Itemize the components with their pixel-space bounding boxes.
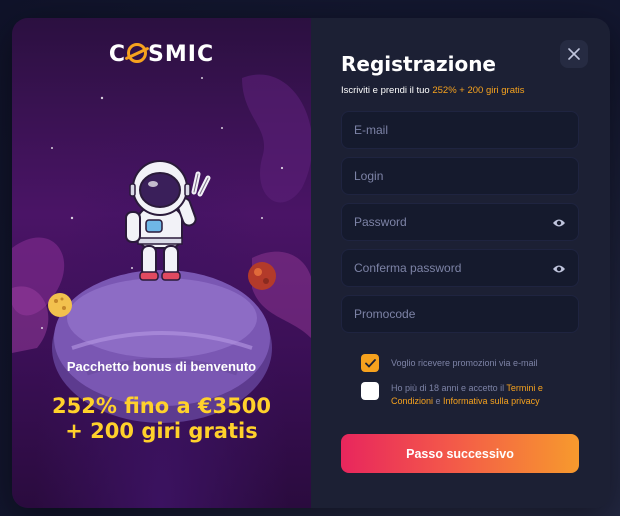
subline-bonus-highlight: 252% + 200 giri gratis <box>432 85 525 96</box>
promo-subtitle: Pacchetto bonus di benvenuto <box>66 359 257 374</box>
confirm-password-field[interactable] <box>342 250 578 286</box>
promo-panel: C SMIC Pacchetto bonus di benvenuto 252% … <box>12 18 311 508</box>
registration-modal: C SMIC Pacchetto bonus di benvenuto 252% … <box>12 18 610 508</box>
form-title: Registrazione <box>341 52 496 76</box>
password-field[interactable] <box>342 204 578 240</box>
age-terms-text: Ho più di 18 anni e accetto il Termini e… <box>391 382 581 408</box>
email-field[interactable] <box>342 112 578 148</box>
age-terms-prefix: Ho più di 18 anni e accetto il <box>391 383 507 393</box>
next-step-button[interactable]: Passo successivo <box>341 434 579 473</box>
form-subline: Iscriviti e prendi il tuo 252% + 200 gir… <box>341 85 525 96</box>
login-field-wrapper <box>341 157 579 195</box>
privacy-link[interactable]: Informativa sulla privacy <box>443 396 540 406</box>
show-password-eye-icon[interactable] <box>552 217 566 229</box>
promo-email-checkbox[interactable] <box>361 354 379 372</box>
promo-email-consent-row: Voglio ricevere promozioni via e-mail <box>361 354 581 372</box>
age-terms-consent-row: Ho più di 18 anni e accetto il Termini e… <box>361 382 581 408</box>
email-field-wrapper <box>341 111 579 149</box>
confirm-password-field-wrapper <box>341 249 579 287</box>
promo-offer-line-1: 252% fino a €3500 <box>52 394 271 418</box>
close-button[interactable] <box>560 40 588 68</box>
show-confirm-password-eye-icon[interactable] <box>552 263 566 275</box>
login-field[interactable] <box>342 158 578 194</box>
promo-offer: 252% fino a €3500 + 200 giri gratis <box>12 394 311 444</box>
registration-form: Registrazione Iscriviti e prendi il tuo … <box>311 18 610 508</box>
promocode-field-wrapper <box>341 295 579 333</box>
password-field-wrapper <box>341 203 579 241</box>
promo-offer-line-2: + 200 giri gratis <box>65 419 258 443</box>
subline-text: Iscriviti e prendi il tuo <box>341 85 433 96</box>
cosmic-logo: C SMIC <box>108 42 215 67</box>
planet-ring-icon <box>127 43 148 63</box>
promocode-field[interactable] <box>342 296 578 332</box>
close-icon <box>568 48 580 60</box>
checkmark-icon <box>364 358 376 368</box>
age-terms-connector: e <box>433 396 444 406</box>
promo-email-label: Voglio ricevere promozioni via e-mail <box>391 358 538 368</box>
age-terms-checkbox[interactable] <box>361 382 379 400</box>
